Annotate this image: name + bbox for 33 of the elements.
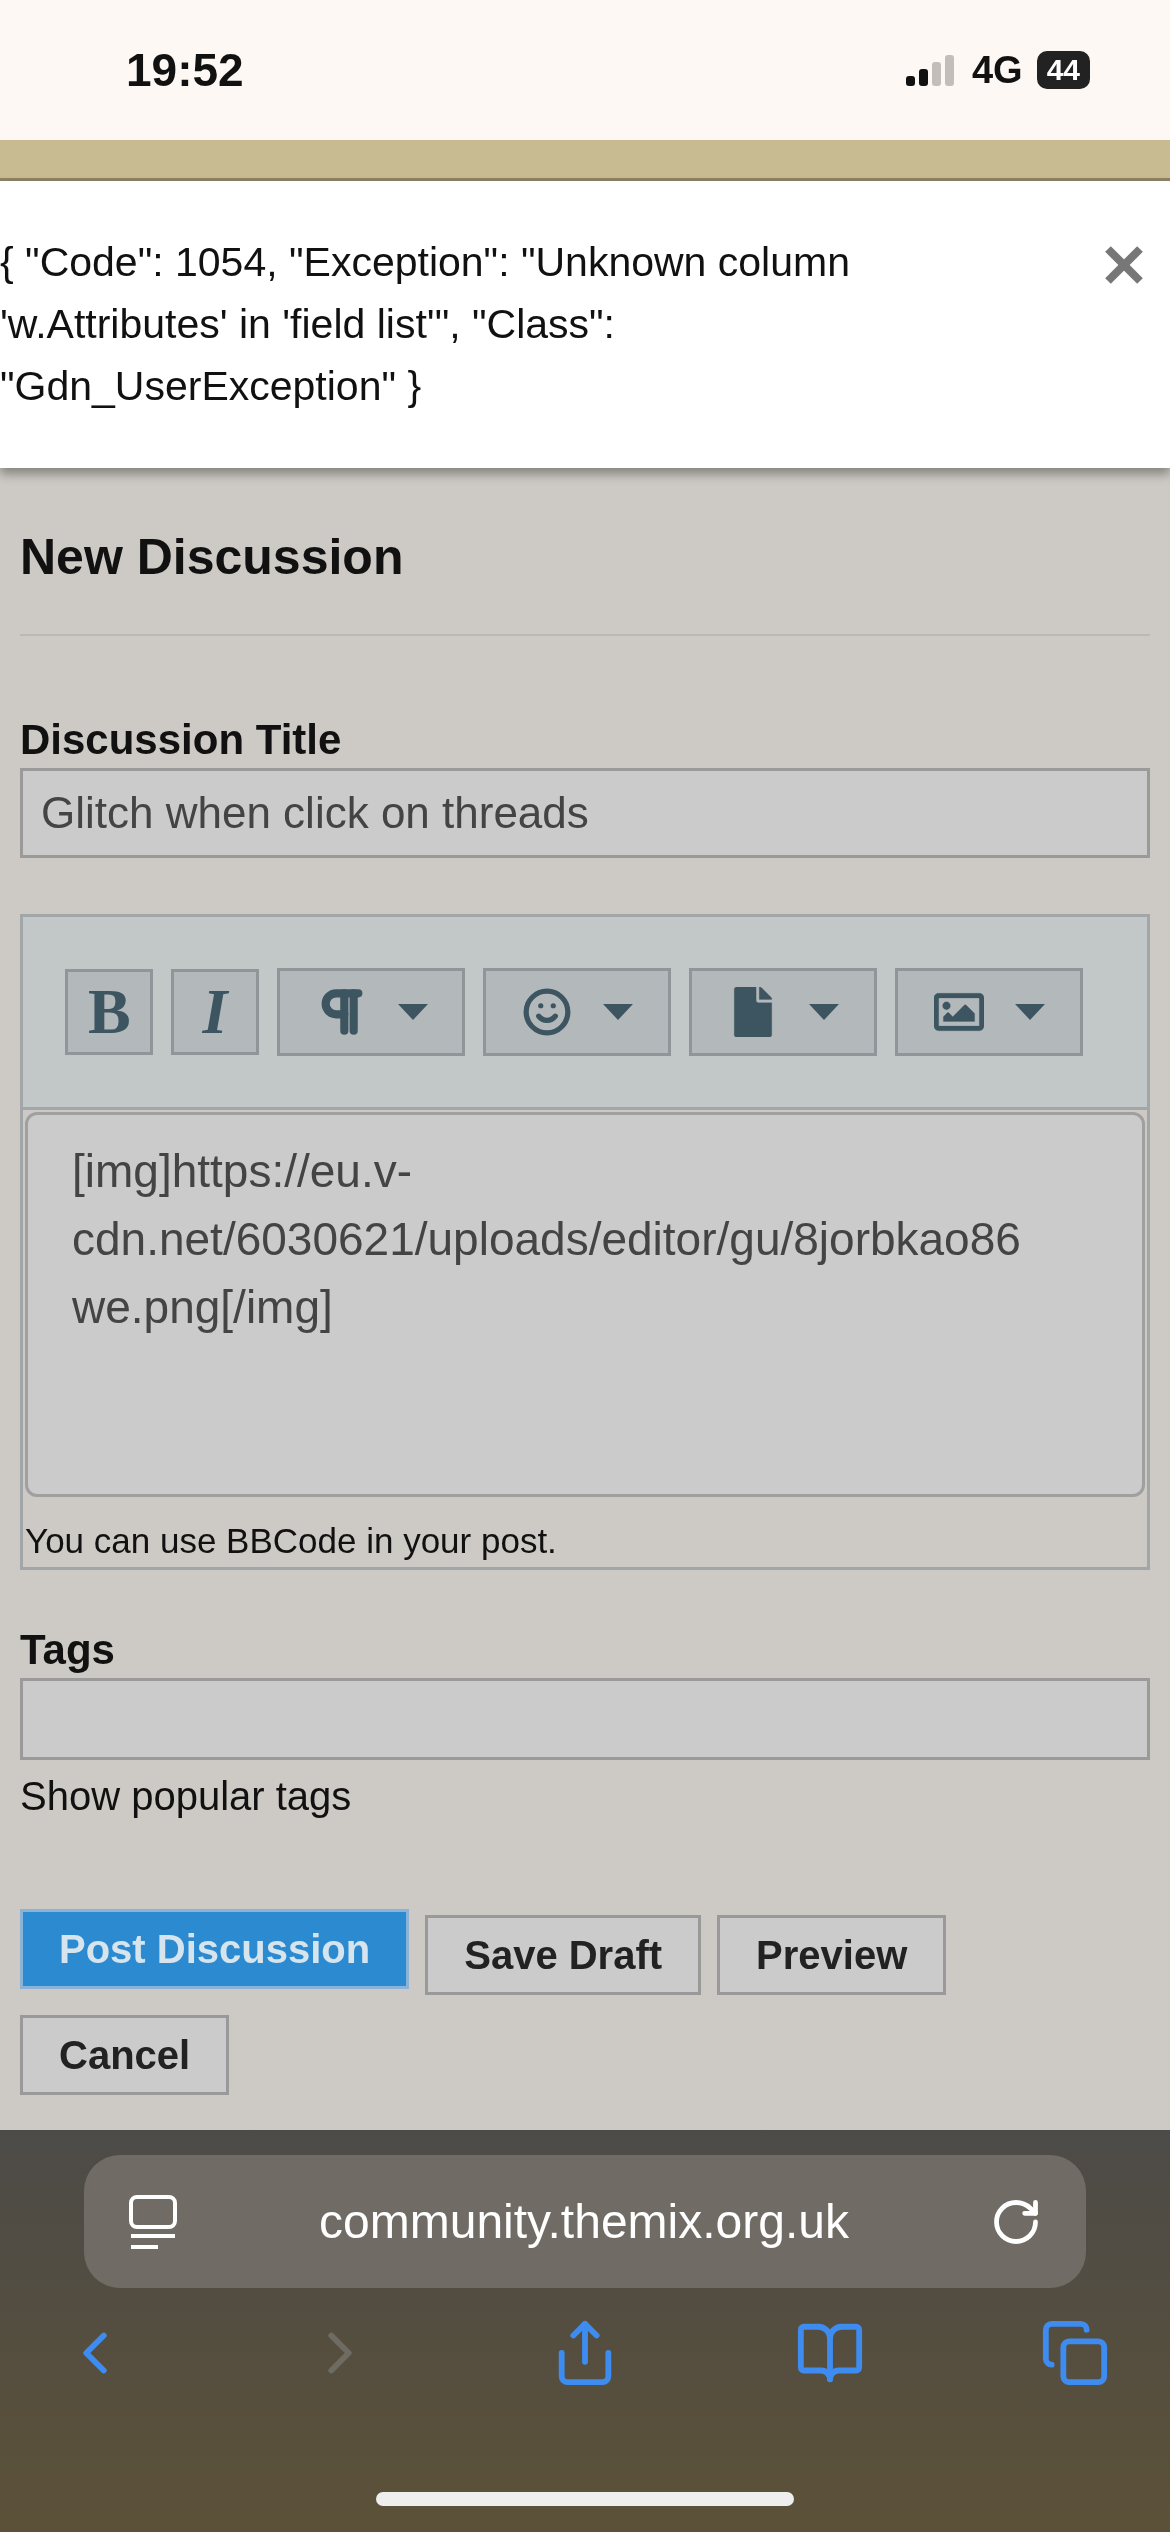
page-title: New Discussion [20, 528, 405, 586]
error-message: { "Code": 1054, "Exception": "Unknown column 'w.Attributes' in 'field list'", "Class": "Gdn_UserException" } [0, 238, 851, 411]
url-text: community.themix.org.uk [318, 2194, 850, 2249]
popular-tags-link[interactable]: Show popular tags [20, 1774, 352, 1819]
bold-button[interactable]: B [65, 969, 153, 1055]
close-button[interactable] [1104, 245, 1144, 285]
secondary-button[interactable]: Save Draft [425, 1915, 702, 1995]
tabs-button[interactable] [1040, 2318, 1110, 2388]
network-label: 4G [971, 48, 1023, 92]
image-menu-button[interactable] [895, 968, 1083, 1056]
smiley-icon [521, 987, 572, 1037]
tabs-icon [1040, 2318, 1110, 2388]
field-label: Discussion Title [20, 716, 343, 764]
tags-input[interactable] [20, 1678, 1150, 1760]
caret-icon [808, 1004, 839, 1020]
secondary-button[interactable]: Preview [717, 1915, 947, 1995]
status-time: 19:52 [126, 43, 244, 97]
reader-icon[interactable] [128, 2193, 178, 2250]
post-body-field[interactable]: [img]https://eu.v-cdn.net/6030621/uploads/editor/gu/8jorbkao86we.png[/img] [25, 1112, 1145, 1497]
field-label: Tags [20, 1626, 116, 1674]
secondary-button[interactable]: Cancel [20, 2015, 230, 2095]
close-icon [1104, 245, 1144, 285]
caret-icon [602, 1004, 633, 1020]
italic-button[interactable]: I [171, 969, 259, 1055]
address-bar[interactable]: community.themix.org.uk [84, 2155, 1086, 2288]
title-input[interactable]: Glitch when click on threads [20, 768, 1150, 858]
caret-icon [1014, 1004, 1045, 1020]
bbcode-hint: You can use BBCode in your post. [25, 1521, 558, 1561]
caret-icon [398, 1004, 428, 1020]
file-menu-button[interactable] [689, 968, 877, 1056]
emoji-menu-button[interactable] [483, 968, 671, 1056]
paragraph-menu-button[interactable] [277, 968, 465, 1056]
battery-indicator: 44 [1036, 51, 1090, 89]
